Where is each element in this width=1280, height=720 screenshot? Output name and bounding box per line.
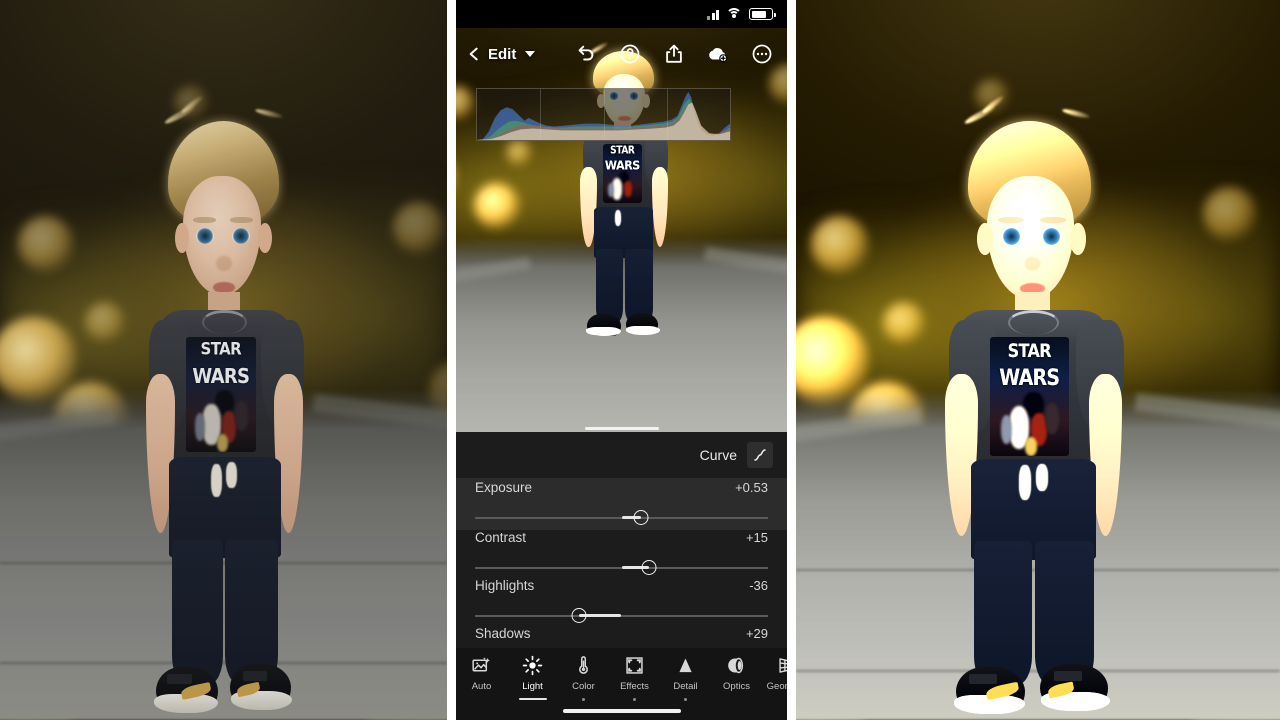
cloud-plus-icon[interactable]: [707, 43, 729, 65]
share-export-icon[interactable]: [663, 43, 685, 65]
tool-label: Effects: [620, 681, 649, 692]
undo-arrow-icon[interactable]: [575, 43, 597, 65]
tool-auto[interactable]: Auto: [456, 655, 507, 692]
cellular-signal-icon: [707, 9, 719, 20]
home-indicator[interactable]: [562, 708, 681, 713]
slider-track[interactable]: [475, 615, 768, 617]
slider-contrast[interactable]: Contrast +15: [456, 530, 787, 578]
lightroom-app-screen: STAR WARS Edit Curve Exposure +0.53 Cont…: [456, 0, 787, 720]
tool-label: Light: [522, 681, 543, 692]
light-edit-panel: Curve Exposure +0.53 Contrast +15 Highli…: [456, 432, 787, 671]
auto-enhance-icon: [471, 655, 492, 676]
screen-title[interactable]: Edit: [488, 46, 516, 63]
crop-brackets-icon: [624, 655, 645, 676]
lens-icon: [726, 655, 747, 676]
tone-curve-icon[interactable]: [747, 442, 773, 468]
histogram[interactable]: [476, 88, 731, 141]
slider-highlights[interactable]: Highlights -36: [456, 578, 787, 626]
perspective-grid-icon: [777, 655, 787, 676]
slider-value: +29: [745, 626, 768, 641]
photo-scene-before: STAR WARS: [0, 0, 447, 720]
slider-knob[interactable]: [633, 510, 649, 525]
nav-bar: Edit: [456, 28, 787, 80]
tool-label: Geometry: [766, 681, 787, 692]
slider-label: Shadows: [475, 626, 531, 641]
status-bar: [456, 0, 787, 28]
slider-knob[interactable]: [641, 560, 657, 575]
after-photo: STAR WARS: [796, 0, 1280, 720]
slider-knob[interactable]: [571, 608, 587, 623]
tab-dot: [684, 698, 687, 701]
phone-screenshot: STAR WARS Edit Curve Exposure +0.53 Cont…: [456, 0, 787, 720]
tool-color[interactable]: Color: [558, 655, 609, 701]
triangle-icon: [675, 655, 696, 676]
sun-icon: [522, 655, 543, 676]
wifi-icon: [726, 8, 742, 20]
thermometer-icon: [573, 655, 594, 676]
photo-scene-after: STAR WARS: [796, 0, 1280, 720]
tool-geometry[interactable]: Geometry: [762, 655, 787, 692]
tool-detail[interactable]: Detail: [660, 655, 711, 701]
slider-exposure[interactable]: Exposure +0.53: [456, 478, 787, 530]
tool-label: Optics: [723, 681, 750, 692]
tool-label: Auto: [471, 681, 492, 692]
comparison-stage: STAR WARS STAR WARS Edit Curve Exposure …: [0, 0, 1280, 720]
slider-value: +0.53: [735, 480, 768, 495]
tool-optics[interactable]: Optics: [711, 655, 762, 692]
question-circle-icon[interactable]: [619, 43, 641, 65]
slider-label: Highlights: [475, 578, 535, 593]
battery-icon: [749, 8, 776, 20]
active-tab-underline: [518, 698, 547, 700]
shirt-text-wars: WARS: [192, 364, 250, 389]
slider-value: +15: [745, 530, 768, 545]
chevron-down-icon[interactable]: [525, 51, 536, 57]
ellipsis-circle-icon[interactable]: [751, 43, 773, 65]
slider-label: Exposure: [475, 480, 533, 495]
before-photo: STAR WARS: [0, 0, 447, 720]
slider-label: Contrast: [475, 530, 527, 545]
left-divider: [447, 0, 456, 720]
right-divider: [787, 0, 796, 720]
tool-light[interactable]: Light: [507, 655, 558, 700]
curve-label: Curve: [699, 447, 737, 463]
chevron-left-icon[interactable]: [466, 46, 482, 62]
tool-effects[interactable]: Effects: [609, 655, 660, 701]
tool-label: Detail: [673, 681, 698, 692]
shirt-text-star: STAR: [200, 339, 242, 360]
tab-dot: [633, 698, 636, 701]
tool-label: Color: [572, 681, 595, 692]
slider-value: -36: [749, 578, 768, 593]
drag-handle-icon[interactable]: [584, 427, 659, 430]
curve-row: Curve: [456, 432, 787, 478]
tab-dot: [582, 698, 585, 701]
